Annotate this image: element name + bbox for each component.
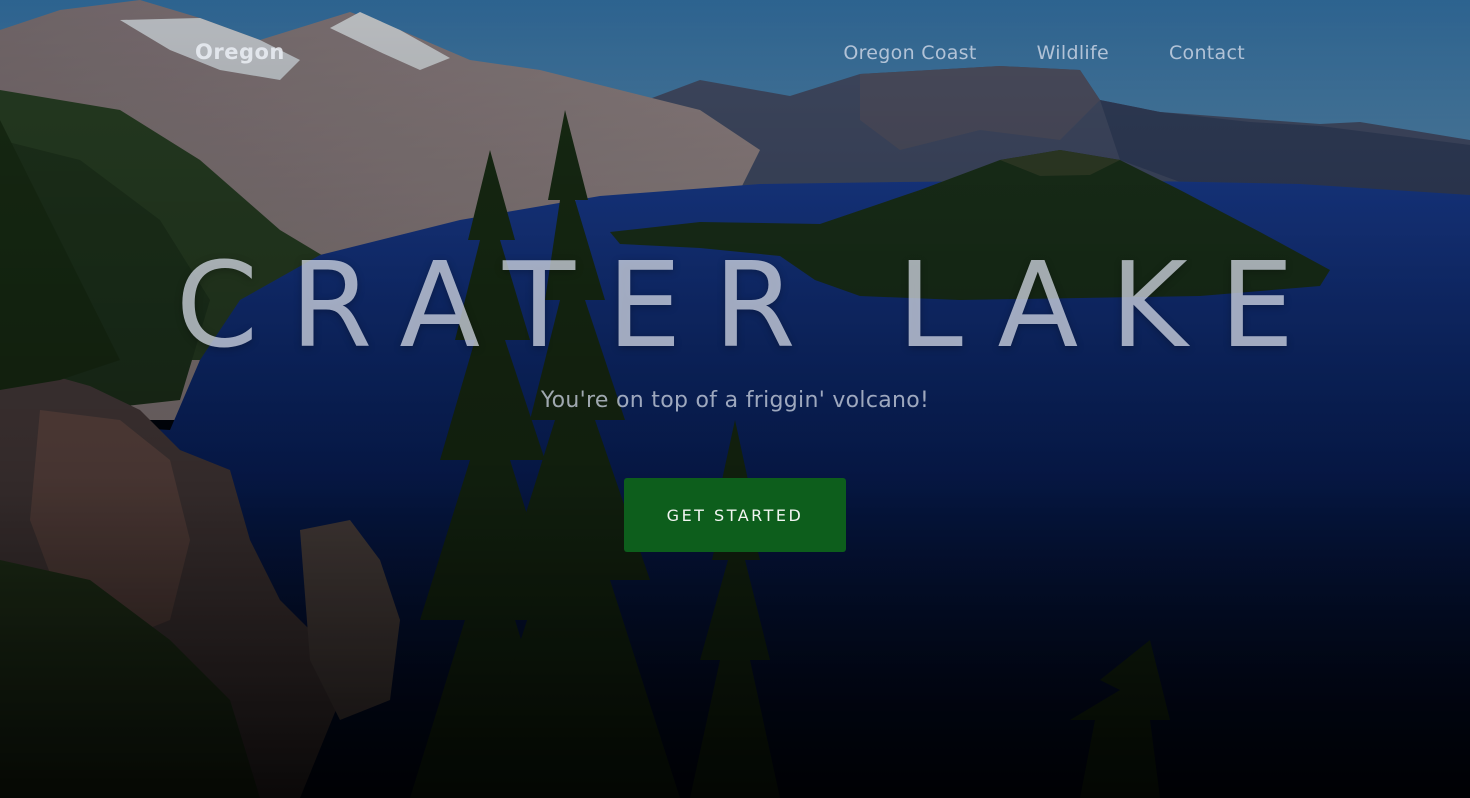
main-nav: Oregon Coast Wildlife Contact: [843, 42, 1245, 64]
nav-link-contact[interactable]: Contact: [1169, 42, 1245, 64]
hero-section: Oregon Oregon Coast Wildlife Contact CRA…: [0, 0, 1470, 798]
get-started-button[interactable]: GET STARTED: [624, 478, 846, 552]
nav-link-wildlife[interactable]: Wildlife: [1037, 42, 1109, 64]
nav-link-oregon-coast[interactable]: Oregon Coast: [843, 42, 976, 64]
hero-subtitle: You're on top of a friggin' volcano!: [540, 388, 930, 413]
hero-title: CRATER LAKE: [175, 236, 1327, 374]
brand-logo-link[interactable]: Oregon: [195, 40, 285, 64]
